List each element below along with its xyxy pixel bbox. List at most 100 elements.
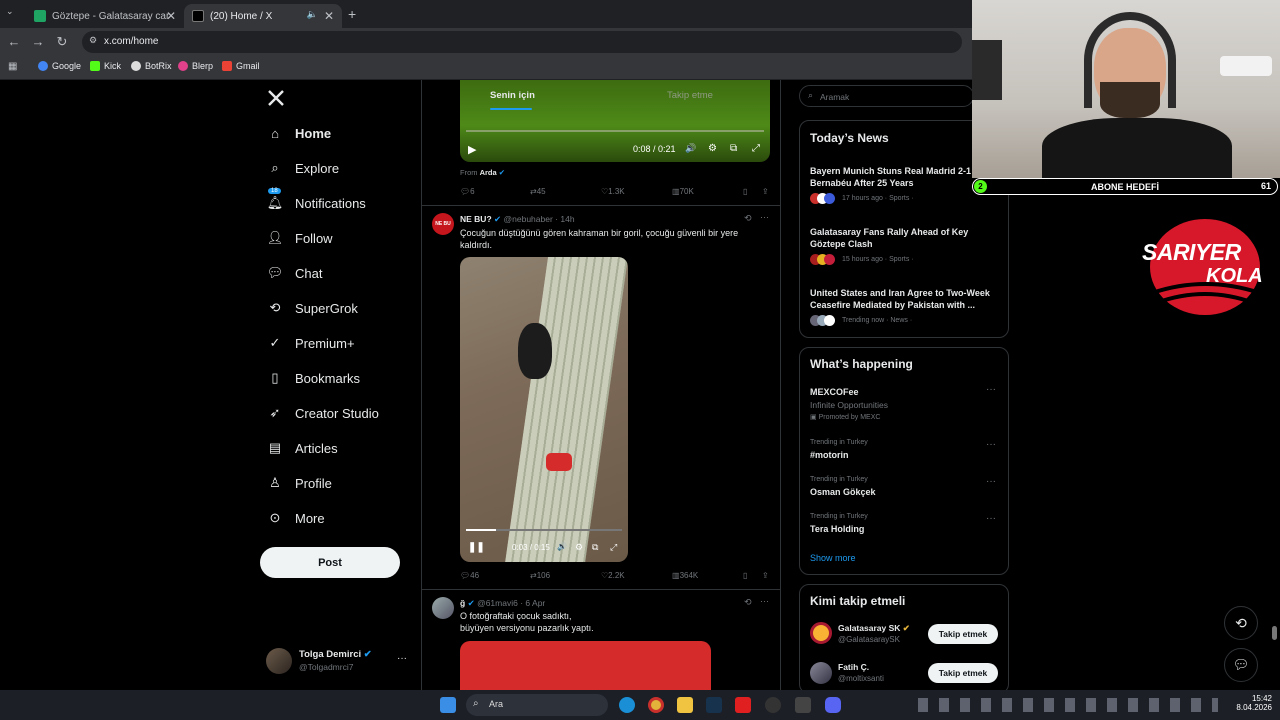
sidebar-item-home[interactable]: ⌂ Home	[266, 121, 331, 145]
windows-start-icon[interactable]	[440, 697, 456, 713]
post-image[interactable]	[460, 641, 711, 690]
volume-icon[interactable]: 🔊	[685, 143, 696, 154]
sidebar-item-more[interactable]: ⊙ More	[266, 506, 325, 530]
clock[interactable]: 15:42 8.04.2026	[1232, 694, 1272, 712]
sidebar-item-profile[interactable]: ♙ Profile	[266, 471, 332, 495]
pip-icon[interactable]: ⧉	[730, 143, 737, 154]
more-icon[interactable]: ···	[986, 384, 996, 395]
more-icon[interactable]: ···	[986, 476, 996, 487]
settings-icon[interactable]: ⚙	[575, 542, 583, 553]
tab-senin-icin[interactable]: Senin için	[490, 90, 535, 110]
reply-button[interactable]: 💬︎ 46	[460, 571, 479, 580]
tab-takip-etme[interactable]: Takip etme	[667, 90, 713, 101]
play-icon[interactable]: ▶	[468, 143, 476, 156]
post-more-icon[interactable]: ···	[760, 596, 769, 606]
sidebar-item-creator-studio[interactable]: ➶ Creator Studio	[266, 401, 379, 425]
sidebar-item-premium[interactable]: ✓ Premium+	[266, 331, 355, 355]
views-button[interactable]: ▥ 364K	[672, 571, 698, 580]
pause-icon[interactable]: ❚❚	[468, 542, 485, 553]
share-icon[interactable]: ⇪	[762, 187, 769, 196]
file-explorer-icon[interactable]	[677, 697, 693, 713]
avatar[interactable]	[810, 662, 832, 684]
chrome-icon[interactable]	[648, 697, 664, 713]
chat-fab-button[interactable]: 💬︎	[1224, 648, 1258, 682]
post-author-name[interactable]: NE BU?	[460, 214, 492, 224]
reply-button[interactable]: 💬︎ 6	[460, 187, 475, 196]
fullscreen-icon[interactable]: ⤢	[752, 143, 760, 154]
grok-icon[interactable]: ⟲	[744, 597, 752, 608]
trend-item[interactable]: #motorin	[810, 450, 849, 460]
post-more-icon[interactable]: ···	[760, 212, 769, 222]
video-player-2[interactable]	[460, 257, 628, 562]
close-tab-icon[interactable]: ✕	[324, 9, 334, 23]
more-icon[interactable]: ···	[986, 439, 996, 450]
sidebar-item-follow[interactable]: 👤︎ Follow	[266, 226, 333, 250]
youtube-icon[interactable]	[735, 697, 751, 713]
video-progress-track[interactable]	[466, 529, 622, 531]
suggestion-name[interactable]: Fatih Ç.	[838, 662, 869, 672]
post-time[interactable]: · 14h	[555, 214, 574, 224]
video-progress-track[interactable]	[466, 130, 764, 132]
sidebar-item-explore[interactable]: ⌕ Explore	[266, 156, 339, 180]
fullscreen-icon[interactable]: ⤢	[610, 542, 617, 553]
repost-button[interactable]: ⇄ 45	[530, 187, 546, 196]
bookmark-blerp[interactable]: Blerp	[178, 61, 213, 71]
grok-fab-button[interactable]: ⟲	[1224, 606, 1258, 640]
settings-icon[interactable]: ⚙	[708, 143, 717, 154]
news-item-2[interactable]: Galatasaray Fans Rally Ahead of Key Gözt…	[810, 226, 1005, 250]
post-button[interactable]: Post	[260, 547, 400, 578]
sidebar-item-articles[interactable]: ▤ Articles	[266, 436, 338, 460]
url-field[interactable]: ⚙ x.com/home	[82, 31, 962, 53]
edge-icon[interactable]	[619, 697, 635, 713]
reload-icon[interactable]: ↻	[54, 34, 70, 50]
post-time[interactable]: · 6 Apr	[520, 598, 545, 608]
site-info-icon[interactable]: ⚙	[89, 35, 97, 46]
more-icon[interactable]: ···	[986, 513, 996, 524]
pip-icon[interactable]: ⧉	[592, 542, 598, 553]
post-avatar-nebu[interactable]: NE BU	[432, 213, 454, 235]
app-icon[interactable]	[795, 697, 811, 713]
browser-tab-x-home[interactable]: (20) Home / X 🔈 ✕	[184, 4, 342, 28]
x-logo-icon[interactable]	[266, 88, 286, 108]
taskbar-search[interactable]: ⌕ Ara	[466, 694, 608, 716]
promo-name[interactable]: MEXCOFee	[810, 387, 859, 397]
repost-button[interactable]: ⇄ 106	[530, 571, 550, 580]
apps-icon[interactable]: ▦	[8, 61, 17, 72]
forward-icon[interactable]: →	[30, 34, 46, 49]
discord-icon[interactable]	[825, 697, 841, 713]
post-author-name[interactable]: ğ	[460, 598, 465, 608]
avatar[interactable]	[810, 622, 832, 644]
sidebar-item-bookmarks[interactable]: ▯ Bookmarks	[266, 366, 360, 390]
back-icon[interactable]: ←	[6, 34, 22, 49]
obs-icon[interactable]	[765, 697, 781, 713]
account-more-icon[interactable]: ···	[397, 653, 407, 664]
volume-icon[interactable]: 🔊	[557, 542, 567, 551]
bookmark-botrix[interactable]: BotRix	[131, 61, 172, 71]
browser-tab-goztepe[interactable]: Göztepe - Galatasaray canlı skor ✕	[26, 4, 184, 28]
bookmark-gmail[interactable]: Gmail	[222, 61, 260, 71]
tab-audio-icon[interactable]: 🔈	[307, 9, 318, 20]
page-scrollbar[interactable]	[1272, 626, 1277, 640]
close-tab-icon[interactable]: ✕	[166, 9, 176, 23]
sidebar-item-supergrok[interactable]: ⟲ SuperGrok	[266, 296, 358, 320]
follow-button[interactable]: Takip etmek	[928, 624, 998, 644]
tab-list-button[interactable]: ⌄	[6, 6, 20, 20]
trend-item[interactable]: Tera Holding	[810, 524, 864, 534]
bookmark-icon[interactable]: ▯	[743, 571, 747, 580]
post-avatar-61mavi6[interactable]	[432, 597, 454, 619]
bookmark-kick[interactable]: Kick	[90, 61, 121, 71]
like-button[interactable]: ♡ 2.2K	[601, 571, 625, 580]
news-item-3[interactable]: United States and Iran Agree to Two-Week…	[810, 287, 1005, 311]
grok-icon[interactable]: ⟲	[744, 213, 752, 224]
suggestion-name[interactable]: Galatasaray SK ✔	[838, 623, 910, 634]
bookmark-icon[interactable]: ▯	[743, 187, 747, 196]
trend-item[interactable]: Osman Gökçek	[810, 487, 876, 497]
show-more-link[interactable]: Show more	[810, 553, 856, 563]
new-tab-button[interactable]: +	[348, 6, 356, 22]
like-button[interactable]: ♡ 1.3K	[601, 187, 625, 196]
bookmark-google[interactable]: Google	[38, 61, 81, 71]
sidebar-item-notifications[interactable]: 🔔︎ 18 Notifications	[266, 188, 366, 215]
follow-button[interactable]: Takip etmek	[928, 663, 998, 683]
tray-icons[interactable]	[918, 698, 1218, 712]
post-handle[interactable]: @nebuhaber	[504, 214, 553, 224]
